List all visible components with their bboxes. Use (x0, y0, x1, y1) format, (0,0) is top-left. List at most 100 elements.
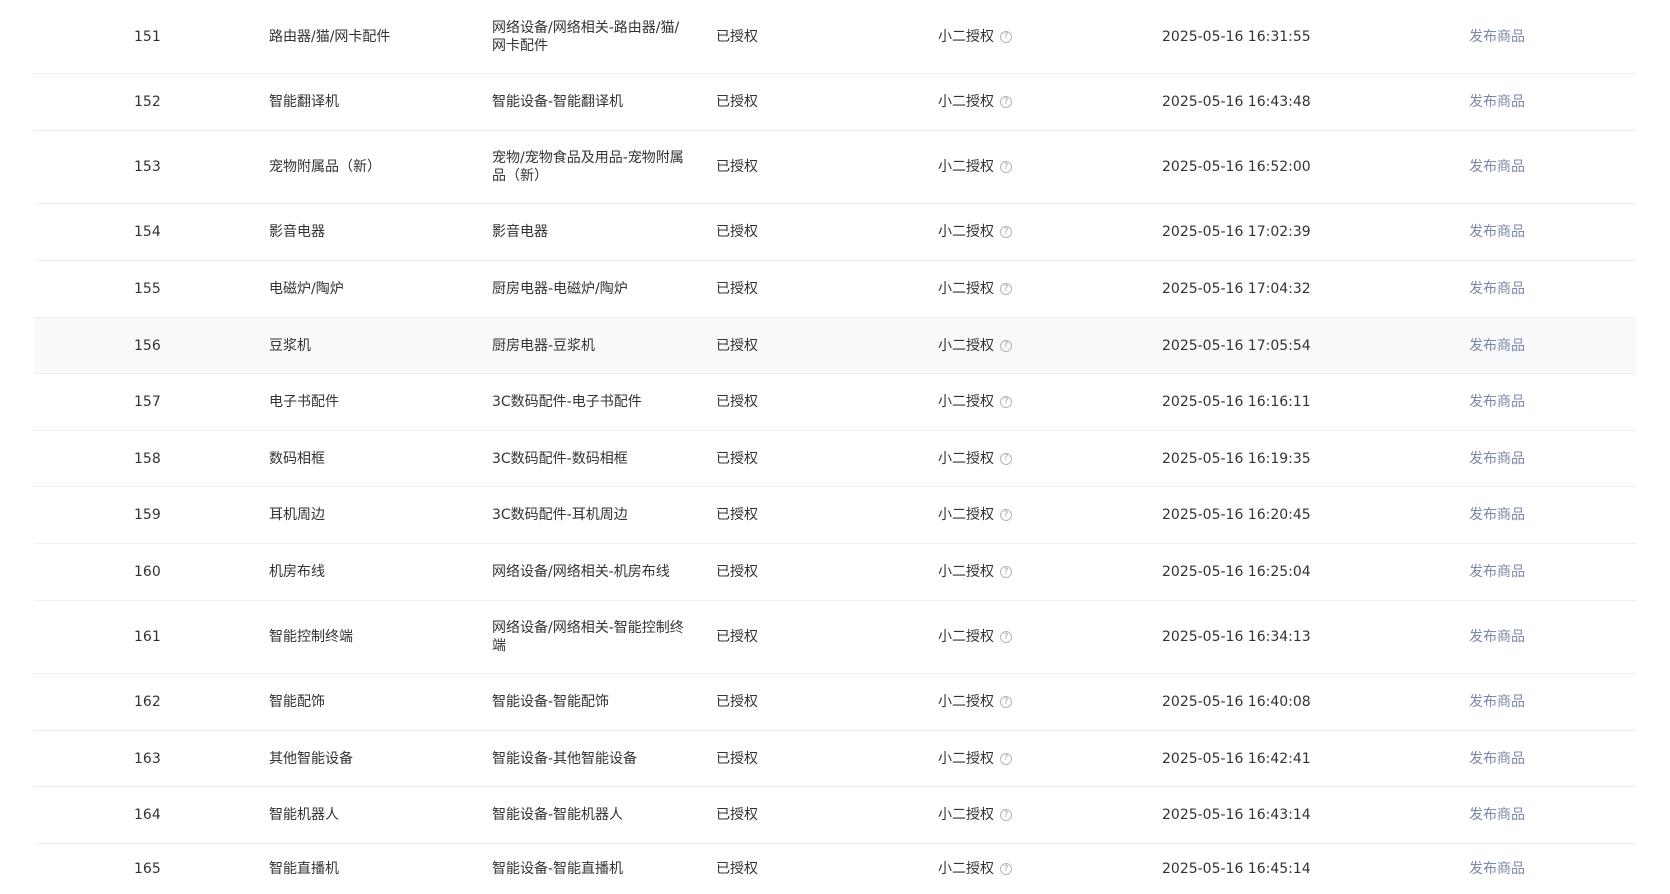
auth-type-label: 小二授权 (938, 450, 994, 467)
auth-type-label: 小二授权 (938, 750, 994, 767)
publish-product-link[interactable]: 发布商品 (1469, 507, 1525, 523)
status-text: 已授权 (716, 807, 758, 823)
question-circle-icon[interactable]: ? (1000, 509, 1012, 521)
auth-time: 2025-05-16 16:31:55 (1162, 28, 1311, 45)
publish-product-link[interactable]: 发布商品 (1469, 338, 1525, 354)
action-cell: 发布商品 (1469, 693, 1636, 711)
category-name: 机房布线 (269, 564, 325, 580)
status-text: 已授权 (716, 861, 758, 877)
row-id: 154 (134, 224, 161, 240)
auth-type-label: 小二授权 (938, 281, 994, 297)
table-row: 152 智能翻译机 智能设备-智能翻译机 已授权 小二授权? 2025-05-1… (34, 74, 1636, 131)
question-circle-icon[interactable]: ? (1000, 396, 1012, 408)
auth-time: 2025-05-16 16:16:11 (1162, 394, 1311, 410)
question-circle-icon[interactable]: ? (1000, 30, 1012, 43)
action-cell: 发布商品 (1469, 750, 1636, 768)
row-id: 157 (134, 394, 161, 410)
table-row: 165 智能直播机 智能设备-智能直播机 已授权 小二授权? 2025-05-1… (34, 844, 1636, 894)
category-path: 宠物/宠物食品及用品-宠物附属品（新） (492, 150, 684, 184)
publish-product-link[interactable]: 发布商品 (1469, 281, 1525, 297)
publish-product-link[interactable]: 发布商品 (1469, 751, 1525, 767)
table-row: 151 路由器/猫/网卡配件 网络设备/网络相关-路由器/猫/网卡配件 已授权 … (34, 0, 1636, 74)
publish-product-link[interactable]: 发布商品 (1469, 224, 1525, 240)
category-name: 豆浆机 (269, 337, 311, 354)
action-cell: 发布商品 (1469, 28, 1636, 46)
category-name: 影音电器 (269, 224, 325, 240)
category-name: 电子书配件 (269, 394, 339, 410)
row-id: 155 (134, 281, 161, 297)
row-id: 164 (134, 807, 161, 823)
status-text: 已授权 (716, 224, 758, 240)
question-circle-icon[interactable]: ? (1000, 226, 1012, 238)
question-circle-icon[interactable]: ? (1000, 631, 1012, 643)
category-path: 网络设备/网络相关-智能控制终端 (492, 620, 684, 654)
action-cell: 发布商品 (1469, 280, 1636, 298)
row-id: 160 (134, 564, 161, 580)
action-cell: 发布商品 (1469, 450, 1636, 468)
status-text: 已授权 (716, 750, 758, 767)
question-circle-icon[interactable]: ? (1000, 752, 1012, 765)
status-text: 已授权 (716, 694, 758, 710)
category-name: 智能直播机 (269, 861, 339, 877)
category-path: 网络设备/网络相关-机房布线 (492, 564, 670, 580)
publish-product-link[interactable]: 发布商品 (1469, 629, 1525, 645)
question-circle-icon[interactable]: ? (1000, 863, 1012, 875)
auth-type-label: 小二授权 (938, 159, 994, 175)
action-cell: 发布商品 (1469, 223, 1636, 241)
action-cell: 发布商品 (1469, 806, 1636, 824)
question-circle-icon[interactable]: ? (1000, 96, 1012, 108)
auth-type: 小二授权? (938, 28, 1162, 46)
auth-time: 2025-05-16 16:52:00 (1162, 159, 1311, 175)
auth-type-label: 小二授权 (938, 861, 994, 877)
row-id: 151 (134, 28, 161, 45)
auth-type: 小二授权? (938, 223, 1162, 241)
category-path: 3C数码配件-耳机周边 (492, 507, 628, 523)
publish-product-link[interactable]: 发布商品 (1469, 394, 1525, 410)
publish-product-link[interactable]: 发布商品 (1469, 94, 1525, 110)
category-path: 厨房电器-豆浆机 (492, 337, 596, 354)
category-path: 智能设备-智能直播机 (492, 861, 624, 877)
publish-product-link[interactable]: 发布商品 (1469, 694, 1525, 710)
publish-product-link[interactable]: 发布商品 (1469, 451, 1525, 467)
row-id: 165 (134, 861, 161, 877)
auth-type: 小二授权? (938, 158, 1162, 176)
publish-product-link[interactable]: 发布商品 (1469, 159, 1525, 175)
category-path: 智能设备-智能配饰 (492, 694, 610, 710)
table-row: 154 影音电器 影音电器 已授权 小二授权? 2025-05-16 17:02… (34, 204, 1636, 261)
category-table: 151 路由器/猫/网卡配件 网络设备/网络相关-路由器/猫/网卡配件 已授权 … (34, 0, 1636, 894)
auth-type: 小二授权? (938, 450, 1162, 468)
category-name: 电磁炉/陶炉 (269, 281, 344, 297)
category-path: 3C数码配件-数码相框 (492, 450, 628, 467)
question-circle-icon[interactable]: ? (1000, 339, 1012, 352)
publish-product-link[interactable]: 发布商品 (1469, 807, 1525, 823)
status-text: 已授权 (716, 337, 758, 354)
auth-time: 2025-05-16 16:45:14 (1162, 861, 1311, 877)
category-name: 智能配饰 (269, 694, 325, 710)
question-circle-icon[interactable]: ? (1000, 452, 1012, 465)
category-name: 智能控制终端 (269, 629, 353, 645)
question-circle-icon[interactable]: ? (1000, 696, 1012, 708)
auth-type: 小二授权? (938, 750, 1162, 768)
category-path: 影音电器 (492, 224, 548, 240)
table-row: 159 耳机周边 3C数码配件-耳机周边 已授权 小二授权? 2025-05-1… (34, 487, 1636, 544)
auth-type-label: 小二授权 (938, 694, 994, 710)
category-path: 网络设备/网络相关-路由器/猫/网卡配件 (492, 19, 680, 54)
auth-time: 2025-05-16 16:40:08 (1162, 694, 1311, 710)
row-id: 152 (134, 94, 161, 110)
category-path: 智能设备-智能翻译机 (492, 94, 624, 110)
publish-product-link[interactable]: 发布商品 (1469, 29, 1525, 45)
action-cell: 发布商品 (1469, 860, 1636, 878)
question-circle-icon[interactable]: ? (1000, 283, 1012, 295)
question-circle-icon[interactable]: ? (1000, 566, 1012, 578)
question-circle-icon[interactable]: ? (1000, 161, 1012, 173)
auth-type: 小二授权? (938, 628, 1162, 646)
auth-type-label: 小二授权 (938, 94, 994, 110)
question-circle-icon[interactable]: ? (1000, 809, 1012, 821)
publish-product-link[interactable]: 发布商品 (1469, 861, 1525, 877)
auth-type: 小二授权? (938, 337, 1162, 355)
auth-type: 小二授权? (938, 693, 1162, 711)
auth-time: 2025-05-16 17:02:39 (1162, 224, 1311, 240)
publish-product-link[interactable]: 发布商品 (1469, 564, 1525, 580)
auth-type: 小二授权? (938, 806, 1162, 824)
action-cell: 发布商品 (1469, 93, 1636, 111)
